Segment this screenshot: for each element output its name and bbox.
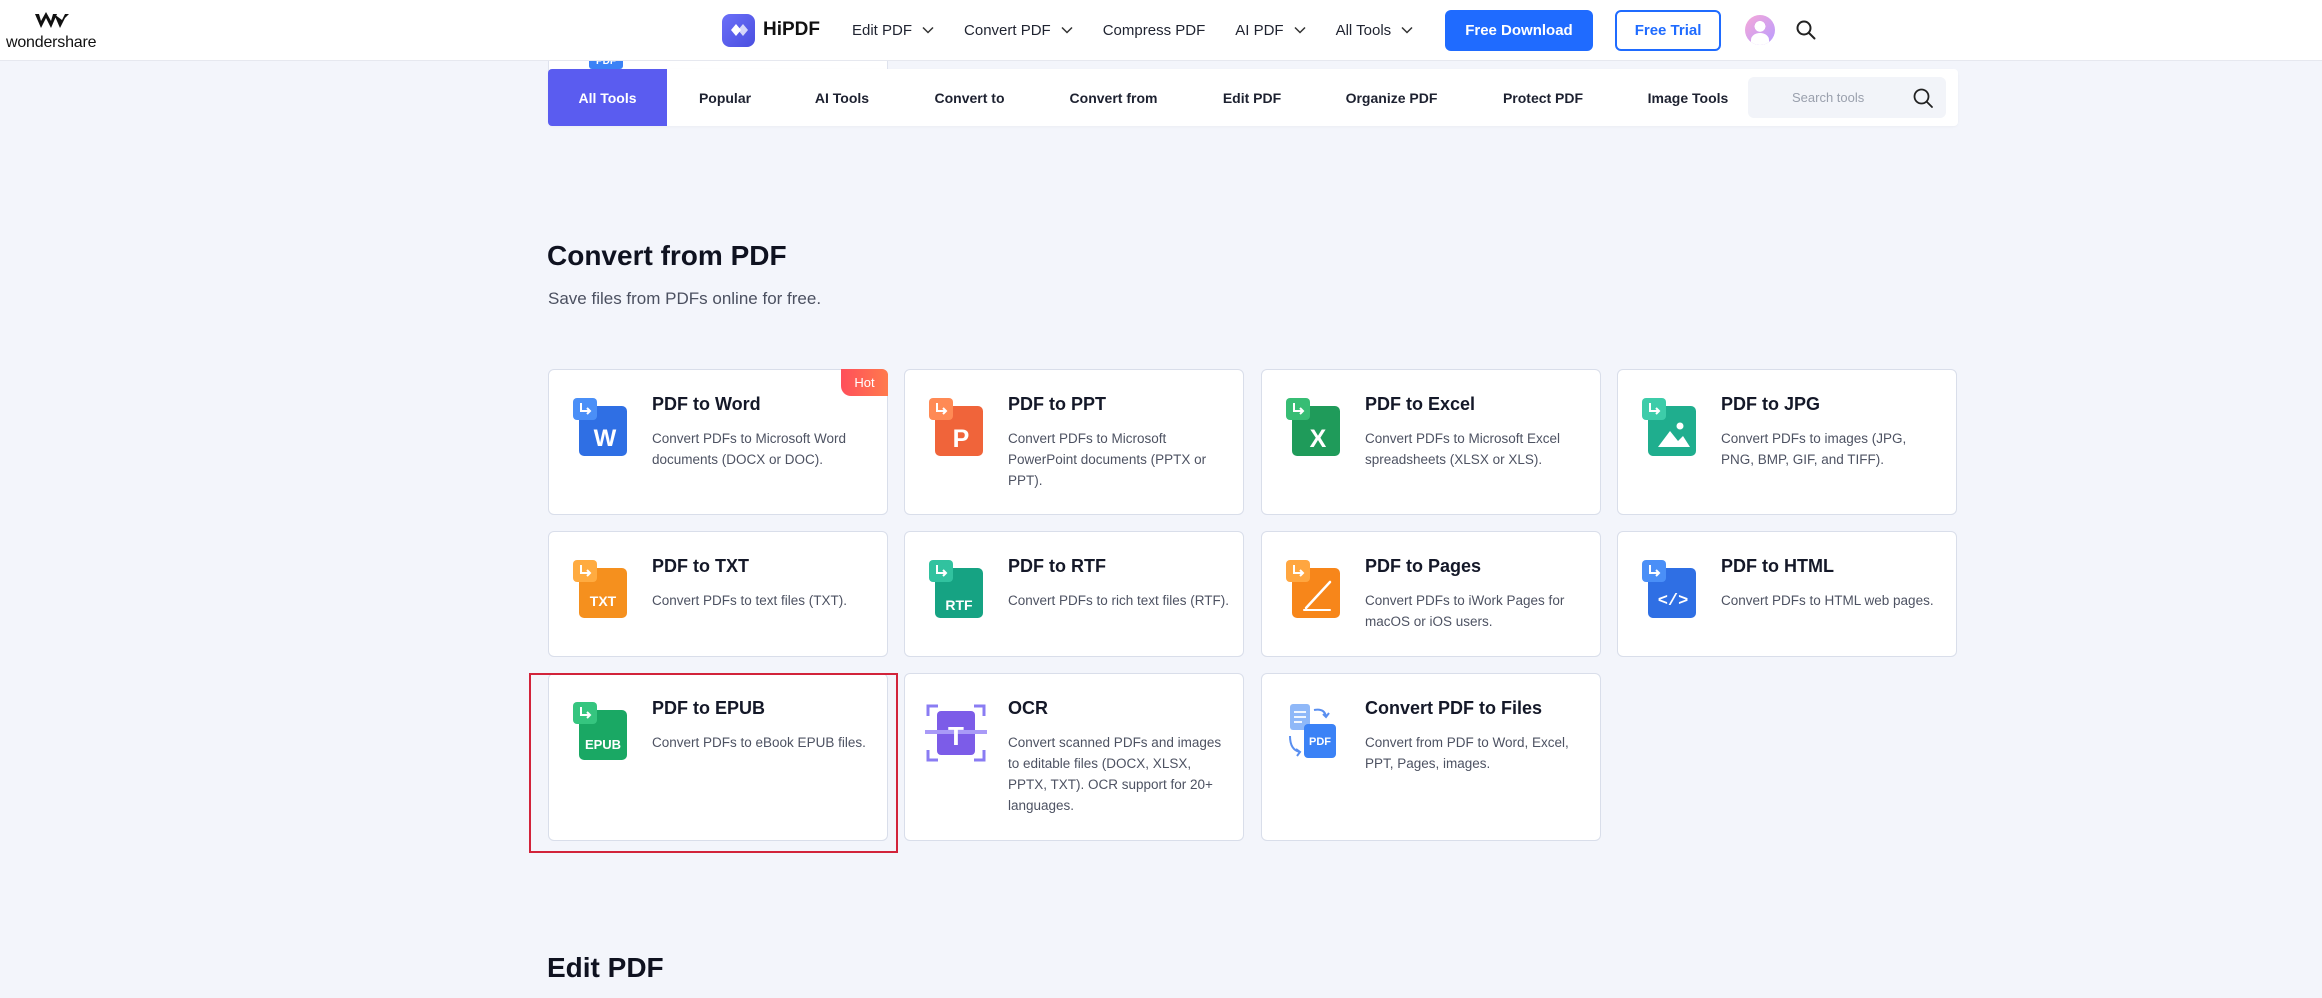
card-description: Convert PDFs to iWork Pages for macOS or… xyxy=(1365,593,1565,629)
txt-icon: TXT xyxy=(573,560,627,618)
tool-card-pdf-to-excel[interactable]: X PDF to Excel Convert PDFs to Microsoft… xyxy=(1261,369,1601,515)
card-title: PDF to RTF xyxy=(1008,556,1106,576)
ppt-icon-letter: P xyxy=(953,425,970,453)
tab-ai-tools[interactable]: AI Tools xyxy=(783,69,901,126)
epub-icon: EPUB xyxy=(573,702,627,760)
tab-image-tools[interactable]: Image Tools xyxy=(1618,69,1758,126)
excel-icon-letter: X xyxy=(1310,425,1327,453)
search-icon[interactable] xyxy=(1795,19,1817,41)
main-nav: HiPDF Edit PDF Convert PDF Compress PDF … xyxy=(722,0,1817,60)
search-icon[interactable] xyxy=(1912,87,1934,109)
free-trial-button[interactable]: Free Trial xyxy=(1614,9,1722,51)
chevron-down-icon xyxy=(1294,26,1306,34)
html-icon-label: </> xyxy=(1658,592,1689,611)
pdf-files-icon: PDF xyxy=(1289,704,1336,758)
tool-card-pdf-to-jpg[interactable]: PDF to JPG Convert PDFs to images (JPG, … xyxy=(1617,369,1957,515)
nav-edit-pdf-label: Edit PDF xyxy=(852,21,913,39)
tool-card-pdf-to-word[interactable]: W PDF to Word Convert PDFs to Microsoft … xyxy=(548,369,888,515)
card-title: PDF to PPT xyxy=(1008,394,1106,414)
nav-ai-pdf-label: AI PDF xyxy=(1235,21,1284,39)
card-description: Convert PDFs to images (JPG, PNG, BMP, G… xyxy=(1721,431,1907,467)
tab-convert-from[interactable]: Convert from xyxy=(1038,69,1189,126)
user-avatar[interactable] xyxy=(1745,15,1776,45)
tool-card-pdf-to-rtf[interactable]: RTF PDF to RTF Convert PDFs to rich text… xyxy=(904,531,1244,657)
card-description: Convert PDFs to rich text files (RTF). xyxy=(1008,593,1230,608)
word-icon-letter: W xyxy=(594,425,617,452)
free-download-button[interactable]: Free Download xyxy=(1445,9,1593,51)
card-description: Convert PDFs to eBook EPUB files. xyxy=(652,735,866,750)
card-description: Convert PDFs to text files (TXT). xyxy=(652,593,848,608)
card-title: PDF to Excel xyxy=(1365,394,1476,414)
tool-card-pdf-to-ppt[interactable]: P PDF to PPT Convert PDFs to Microsoft P… xyxy=(904,369,1244,515)
excel-icon: X xyxy=(1286,398,1340,456)
txt-icon-label: TXT xyxy=(590,593,617,609)
wondershare-wordmark: wondershare xyxy=(6,34,97,51)
top-header: wondershare HiPDF Edit PDF Convert PDF C… xyxy=(0,0,2322,61)
card-title: PDF to EPUB xyxy=(652,698,766,718)
card-title: OCR xyxy=(1008,698,1048,718)
tool-card-pdf-to-pages[interactable]: PDF to Pages Convert PDFs to iWork Pages… xyxy=(1261,531,1601,657)
nav-ai-pdf[interactable]: AI PDF xyxy=(1235,21,1306,39)
ppt-icon: P xyxy=(929,398,983,456)
category-tab-bar: All Tools Popular AI Tools Convert to Co… xyxy=(548,69,1958,126)
pdf-files-icon-label: PDF xyxy=(1309,736,1331,748)
word-icon: W xyxy=(573,398,627,456)
card-description: Convert PDFs to Microsoft Word documents… xyxy=(652,431,847,467)
hipdf-logo[interactable]: HiPDF xyxy=(722,13,820,47)
html-icon: </> xyxy=(1642,560,1696,618)
card-description: Convert PDFs to Microsoft PowerPoint doc… xyxy=(1008,431,1207,488)
nav-convert-pdf-label: Convert PDF xyxy=(964,21,1051,39)
nav-all-tools-label: All Tools xyxy=(1335,21,1392,39)
tab-protect-pdf[interactable]: Protect PDF xyxy=(1468,69,1618,126)
ocr-icon: T xyxy=(925,704,987,762)
nav-all-tools[interactable]: All Tools xyxy=(1336,22,1414,39)
jpg-icon xyxy=(1642,398,1696,456)
card-description: Convert PDFs to Microsoft Excel spreadsh… xyxy=(1365,431,1561,467)
nav-convert-pdf[interactable]: Convert PDF xyxy=(964,22,1073,39)
section-subtitle: Save files from PDFs online for free. xyxy=(548,289,822,308)
next-section-title: Edit PDF xyxy=(547,952,664,983)
epub-icon-label: EPUB xyxy=(585,737,621,752)
wondershare-logo-icon xyxy=(35,12,69,28)
section-title: Convert from PDF xyxy=(547,240,787,271)
tool-card-pdf-to-txt[interactable]: TXT PDF to TXT Convert PDFs to text file… xyxy=(548,531,888,657)
nav-compress-pdf-label: Compress PDF xyxy=(1102,21,1206,39)
card-description: Convert from PDF to Word, Excel, PPT, Pa… xyxy=(1365,735,1569,771)
pages-icon xyxy=(1286,560,1340,618)
tab-convert-to[interactable]: Convert to xyxy=(901,69,1038,126)
hipdf-name: HiPDF xyxy=(763,19,820,40)
card-title: PDF to Word xyxy=(652,394,761,414)
tab-popular[interactable]: Popular xyxy=(667,69,783,126)
tool-card-pdf-to-html[interactable]: </> PDF to HTML Convert PDFs to HTML web… xyxy=(1617,531,1957,657)
chevron-down-icon xyxy=(1401,26,1413,34)
tab-all-tools[interactable]: All Tools xyxy=(548,69,667,126)
card-description: Convert PDFs to HTML web pages. xyxy=(1721,593,1934,608)
wondershare-logo[interactable]: wondershare xyxy=(6,10,101,52)
tool-card-convert-pdf-to-files[interactable]: PDF Convert PDF to Files Convert from PD… xyxy=(1261,673,1601,841)
card-title: PDF to JPG xyxy=(1721,394,1821,414)
rtf-icon: RTF xyxy=(929,560,983,618)
card-title: PDF to TXT xyxy=(652,556,749,576)
nav-edit-pdf[interactable]: Edit PDF xyxy=(852,22,934,39)
chevron-down-icon xyxy=(1061,26,1073,34)
tab-organize-pdf[interactable]: Organize PDF xyxy=(1315,69,1468,126)
chevron-down-icon xyxy=(922,26,934,34)
card-title: PDF to Pages xyxy=(1365,556,1482,576)
ocr-icon-letter: T xyxy=(948,721,964,751)
tab-edit-pdf[interactable]: Edit PDF xyxy=(1189,69,1315,126)
card-title: PDF to HTML xyxy=(1721,556,1834,576)
hot-badge: Hot xyxy=(841,369,888,396)
card-description: Convert scanned PDFs and images to edita… xyxy=(1008,735,1222,813)
tool-card-pdf-to-epub[interactable]: EPUB PDF to EPUB Convert PDFs to eBook E… xyxy=(548,673,888,841)
rtf-icon-label: RTF xyxy=(945,597,973,613)
hipdf-logo-icon xyxy=(722,13,755,47)
tool-search-box[interactable] xyxy=(1748,77,1946,118)
nav-compress-pdf[interactable]: Compress PDF xyxy=(1103,22,1206,39)
card-title: Convert PDF to Files xyxy=(1365,698,1543,718)
tool-card-ocr[interactable]: T OCR Convert scanned PDFs and images to… xyxy=(904,673,1244,841)
tool-search-input[interactable] xyxy=(1792,90,1892,105)
